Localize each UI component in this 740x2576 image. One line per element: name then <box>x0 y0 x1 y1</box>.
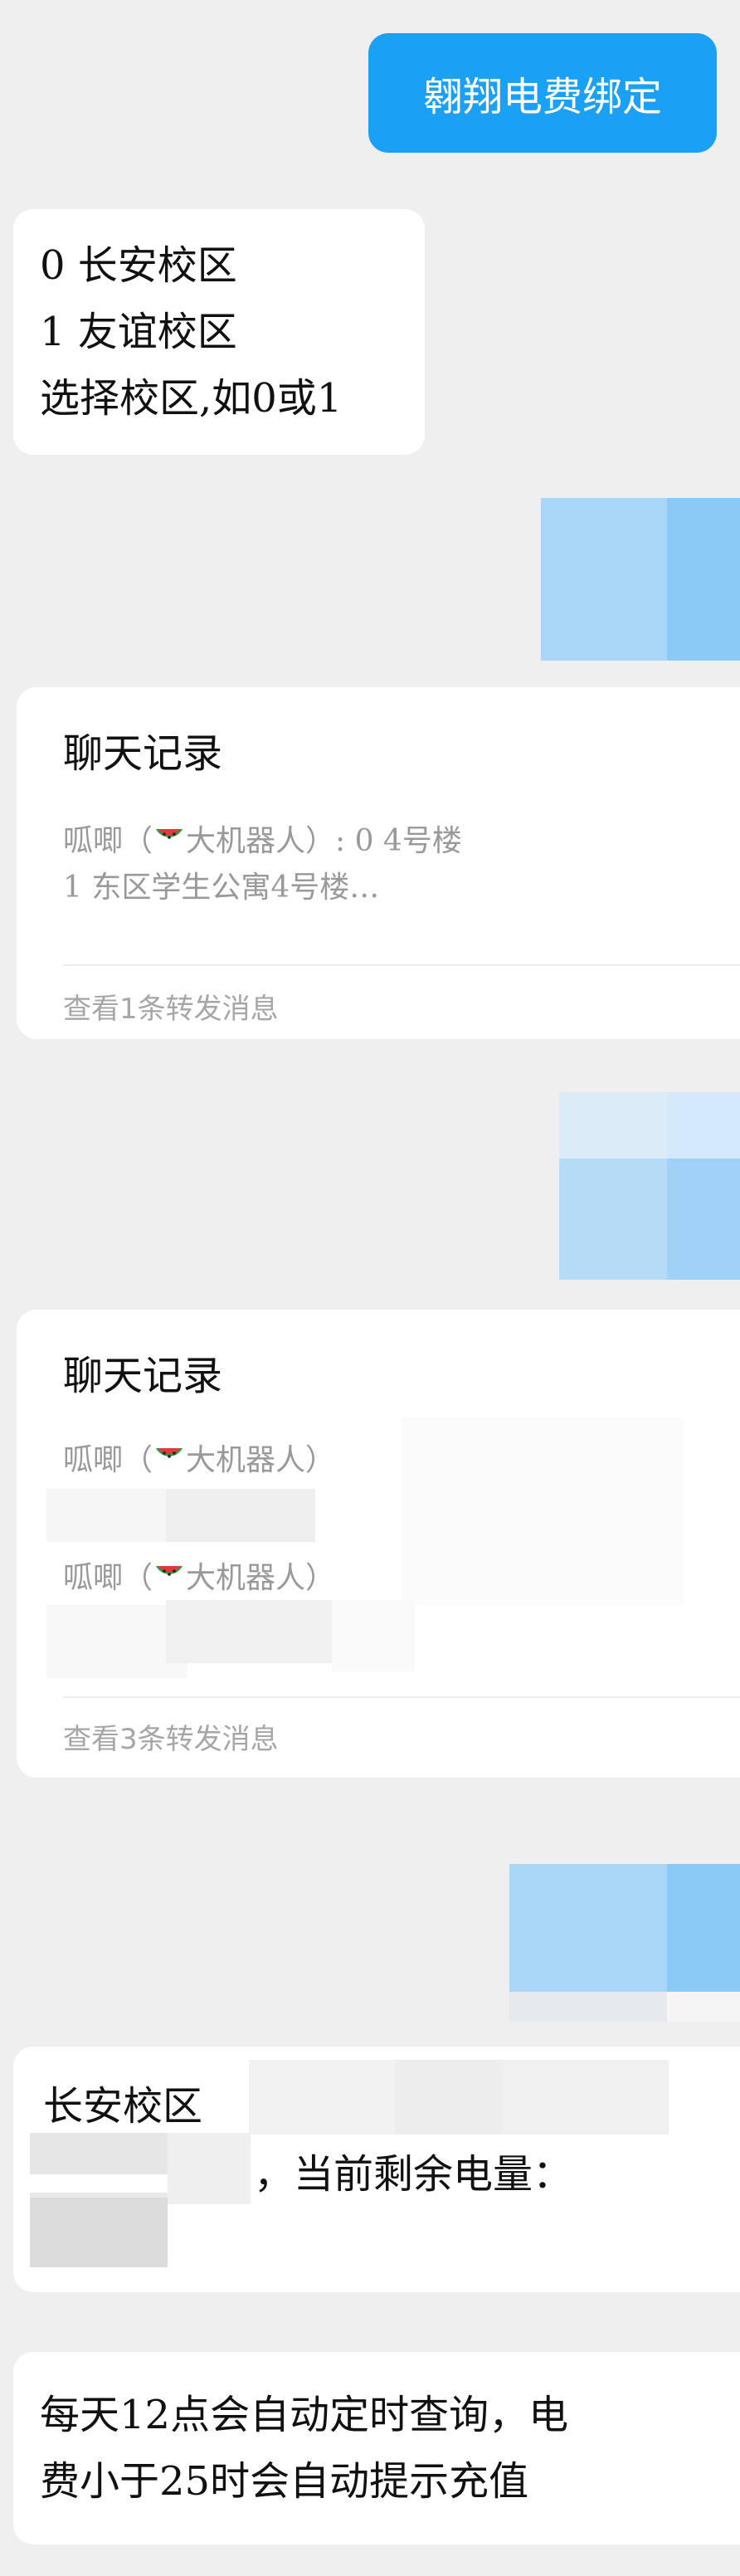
blurred-region <box>168 2133 251 2204</box>
sent-message-text: 翱翔电费绑定 <box>422 74 662 120</box>
forward-footer-link[interactable]: 查看1条转发消息 <box>63 986 279 1027</box>
campus-option-0: 0 长安校区 <box>40 242 237 289</box>
blurred-region <box>46 1489 186 1542</box>
forwarded-chat-card-2[interactable]: 聊天记录 呱唧（ 大机器人） 呱唧（ 大机器人） 查看3条转发消息 <box>17 1310 740 1778</box>
blurred-region <box>166 1489 315 1542</box>
forward-footer-link[interactable]: 查看3条转发消息 <box>63 1716 279 1757</box>
notice-line-2: 费小于25时会自动提示充值 <box>40 2458 529 2505</box>
blurred-region <box>30 2133 168 2174</box>
result-campus-name: 长安校区 <box>43 2083 203 2130</box>
blurred-region <box>30 2198 168 2267</box>
reply-remaining-power: 长安校区 ，当前剩余电量： <box>13 2047 740 2292</box>
watermelon-emoji-icon <box>156 1448 183 1458</box>
forward-line-1: 呱唧（ 大机器人） <box>63 1443 336 1477</box>
blurred-region <box>402 1417 684 1605</box>
result-remaining-power-label: ，当前剩余电量： <box>254 2151 573 2198</box>
reply-campus-menu: 0 长安校区 1 友谊校区 选择校区,如0或1 <box>13 209 425 455</box>
forward-divider <box>63 1696 740 1698</box>
blurred-region <box>166 1600 332 1663</box>
reply-auto-query-notice: 每天12点会自动定时查询，电 费小于25时会自动提示充值 <box>13 2352 740 2544</box>
watermelon-emoji-icon <box>156 1566 183 1576</box>
forwarded-chat-card-1[interactable]: 聊天记录 呱唧（ 大机器人）: 0 4号楼 1 东区学生公寓4号楼… 查看1条转发… <box>17 687 740 1039</box>
blurred-region <box>503 2060 669 2134</box>
forward-line-2: 1 东区学生公寓4号楼… <box>63 871 380 905</box>
watermelon-emoji-icon <box>156 829 183 839</box>
blurred-region <box>249 2060 395 2134</box>
sent-message-bind-command[interactable]: 翱翔电费绑定 <box>368 33 717 153</box>
campus-prompt: 选择校区,如0或1 <box>40 375 343 422</box>
forward-card-title: 聊天记录 <box>63 1353 223 1399</box>
forward-card-title: 聊天记录 <box>63 730 223 777</box>
forward-line-2: 呱唧（ 大机器人） <box>63 1561 336 1595</box>
campus-option-1: 1 友谊校区 <box>40 309 237 355</box>
forward-line-1: 呱唧（ 大机器人）: 0 4号楼 <box>63 824 462 858</box>
blurred-region <box>332 1600 415 1671</box>
blurred-region <box>395 2060 503 2134</box>
notice-line-1: 每天12点会自动定时查询，电 <box>40 2392 569 2438</box>
forward-divider <box>63 964 740 966</box>
